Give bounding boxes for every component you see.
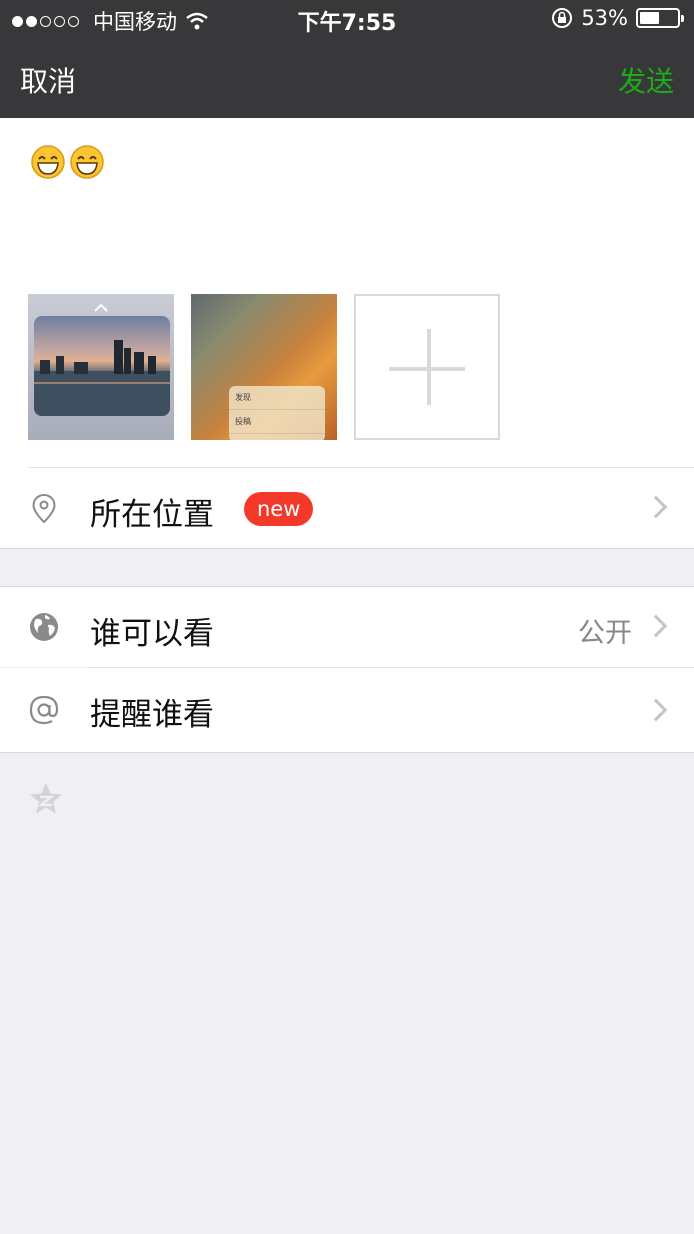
status-bar: 中国移动 下午7:55 53%	[0, 0, 694, 40]
chevron-up-icon	[94, 304, 108, 312]
battery-icon	[636, 8, 684, 28]
qzone-star-icon[interactable]	[27, 780, 65, 818]
mention-label: 提醒谁看	[90, 697, 214, 733]
visibility-row[interactable]: 谁可以看 公开	[0, 587, 694, 667]
grinning-face-emoji	[70, 144, 104, 179]
chevron-right-icon	[644, 495, 668, 519]
nav-bar: 取消 发送	[0, 40, 694, 118]
visibility-label: 谁可以看	[90, 616, 214, 652]
cancel-button[interactable]: 取消	[20, 60, 76, 100]
visibility-value: 公开	[578, 618, 632, 649]
section-divider	[0, 548, 694, 549]
city-skyline-image	[34, 340, 170, 416]
photo-menu-item-2: 投稿	[229, 410, 325, 434]
grinning-face-emoji	[31, 144, 65, 179]
section-divider	[0, 752, 694, 753]
battery-level	[640, 12, 659, 24]
photo-menu-item-1: 发现	[229, 386, 325, 410]
add-photo-button[interactable]	[354, 294, 500, 440]
at-sign-icon	[29, 695, 59, 725]
photo-thumbnail-1[interactable]	[28, 294, 174, 440]
globe-icon	[30, 613, 58, 641]
chevron-right-icon	[644, 614, 668, 638]
location-label: 所在位置	[90, 497, 214, 533]
send-button[interactable]: 发送	[618, 60, 674, 100]
photo-thumbnail-2[interactable]: 发现 投稿	[191, 294, 337, 440]
mention-row[interactable]: 提醒谁看	[0, 668, 694, 752]
location-pin-icon	[32, 493, 56, 524]
battery-percent: 53%	[581, 6, 628, 30]
rotation-lock-icon	[552, 8, 573, 28]
location-row[interactable]: 所在位置 new	[0, 468, 694, 548]
photo-thumbnails: 发现 投稿	[28, 294, 500, 440]
new-badge: new	[244, 492, 314, 526]
status-right: 53%	[551, 6, 684, 30]
post-text-input[interactable]	[30, 140, 108, 180]
chevron-right-icon	[644, 698, 668, 722]
photo-menu-overlay: 发现 投稿	[229, 386, 325, 440]
